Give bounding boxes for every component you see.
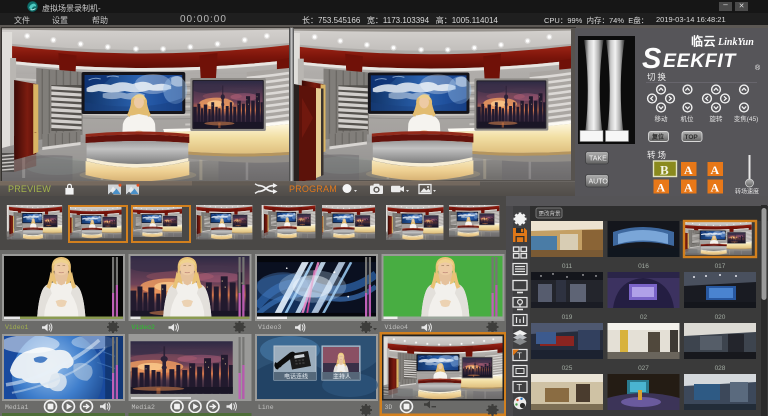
svg-text:TOP: TOP [685, 134, 699, 141]
svg-text:T: T [517, 352, 522, 361]
svg-text:Line: Line [258, 404, 274, 411]
svg-text:Media2: Media2 [132, 404, 156, 411]
svg-text:Video4: Video4 [385, 324, 409, 331]
svg-text:AUTO: AUTO [589, 179, 609, 186]
svg-text:Video2: Video2 [132, 324, 156, 331]
svg-text:027: 027 [638, 365, 649, 372]
svg-text:旋转: 旋转 [710, 114, 724, 123]
svg-text:复位: 复位 [651, 133, 664, 141]
svg-text:3D: 3D [385, 404, 393, 411]
svg-text:020: 020 [715, 314, 726, 321]
svg-text:028: 028 [715, 365, 726, 372]
svg-text:019: 019 [562, 314, 573, 321]
svg-text:017: 017 [715, 263, 726, 270]
svg-text:A: A [684, 163, 693, 177]
svg-text:®: ® [755, 64, 761, 72]
svg-text:A: A [711, 181, 720, 195]
svg-text:电话连线: 电话连线 [284, 373, 308, 381]
svg-text:切换: 切换 [647, 72, 668, 82]
svg-text:机位: 机位 [681, 114, 695, 123]
svg-text:转场: 转场 [647, 150, 668, 160]
svg-text:变焦(45): 变焦(45) [734, 114, 759, 123]
svg-text:转场速度: 转场速度 [735, 188, 759, 196]
svg-text:02: 02 [640, 314, 648, 321]
svg-text:EEKFIT: EEKFIT [663, 50, 737, 72]
svg-text:Media1: Media1 [5, 404, 29, 411]
svg-text:临云: 临云 [691, 34, 716, 49]
svg-text:016: 016 [638, 263, 649, 270]
svg-text:T: T [517, 383, 523, 393]
svg-text:移动: 移动 [655, 114, 669, 123]
svg-text:S: S [642, 43, 662, 75]
svg-text:A: A [711, 163, 720, 177]
svg-text:主持人: 主持人 [333, 373, 351, 381]
svg-text:LinkYun: LinkYun [717, 37, 754, 48]
svg-text:B: B [660, 163, 669, 178]
svg-text:TAKE: TAKE [589, 156, 607, 163]
svg-text:025: 025 [562, 365, 573, 372]
svg-text:A: A [657, 181, 666, 195]
svg-text:Video1: Video1 [5, 324, 29, 331]
svg-text:更改背景: 更改背景 [539, 210, 562, 218]
svg-text:011: 011 [562, 263, 573, 270]
svg-text:Video3: Video3 [258, 324, 282, 331]
svg-text:A: A [684, 181, 693, 195]
